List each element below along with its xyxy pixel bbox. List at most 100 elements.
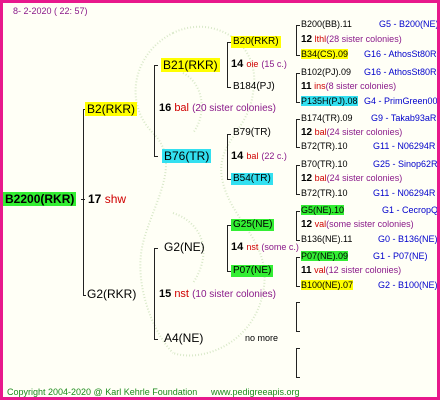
sire-info: 16 bal (20 sister colonies) <box>159 103 276 114</box>
ancestor-row: G5(NE).10 <box>301 205 345 215</box>
ancestor-count: 12 <box>301 127 313 138</box>
queen-b184[interactable]: B184(PJ) <box>233 82 275 92</box>
ancestor-sister: (8 sister colonies) <box>325 81 397 91</box>
connector <box>296 348 300 349</box>
queen-b76-sister: (22 c.) <box>261 151 287 161</box>
connector <box>296 102 300 103</box>
queen-b21[interactable]: B21(RKR) <box>161 58 220 72</box>
connector <box>296 119 297 147</box>
connector <box>227 225 228 271</box>
dam-count: 15 <box>159 288 172 300</box>
sire-queen[interactable]: B2(RKR) <box>85 102 138 116</box>
connector <box>296 211 297 240</box>
queen-b20[interactable]: B20(RKR) <box>231 36 281 48</box>
queen-g2-ne-count: 14 <box>231 241 244 253</box>
ancestor-name[interactable]: B174(TR).09 <box>301 113 353 123</box>
connector <box>296 302 297 331</box>
ancestor-name[interactable]: B72(TR).10 <box>301 141 348 151</box>
queen-b21-place: oie <box>246 59 259 69</box>
ancestor-row: B102(PJ).09 <box>301 68 351 77</box>
queen-b76[interactable]: B76(TR) <box>162 149 212 163</box>
connector <box>227 42 228 87</box>
connector <box>296 73 300 74</box>
connector <box>296 302 300 303</box>
connector <box>154 248 155 339</box>
dam-queen[interactable]: G2(RKR) <box>87 288 136 300</box>
ancestor-name[interactable]: G5(NE).10 <box>301 205 345 215</box>
queen-g2-ne-info: 14 nst (some c.) <box>231 242 299 253</box>
connector <box>296 119 300 120</box>
connector <box>83 109 84 295</box>
ancestor-sister: (some sister colonies) <box>326 219 414 229</box>
ancestor-row: B136(NE).11 <box>301 235 352 244</box>
ancestor-row: B72(TR).10 <box>301 142 348 151</box>
ancestor-name[interactable]: B136(NE).11 <box>301 234 352 244</box>
connector <box>296 55 300 56</box>
dam-place: nst <box>174 288 189 300</box>
queen-g25[interactable]: G25(NE) <box>231 219 275 231</box>
ancestor-row: B200(BB).11 <box>301 20 352 29</box>
ancestor-row: B34(CS).09 <box>301 49 349 59</box>
ancestor-count-row: 12 val(some sister colonies) <box>301 220 414 230</box>
ancestor-id: G25 - Sinop62R <box>373 159 438 169</box>
connector <box>154 248 158 249</box>
queen-b79[interactable]: B79(TR) <box>233 128 271 138</box>
connector <box>296 165 297 194</box>
dam-sister: (10 sister colonies) <box>192 289 276 300</box>
ancestor-id: G1 - P07(NE) <box>373 251 428 261</box>
connector <box>154 65 155 156</box>
queen-g2-ne[interactable]: G2(NE) <box>164 241 205 253</box>
ancestor-name[interactable]: B200(BB).11 <box>301 19 352 29</box>
connector <box>296 25 300 26</box>
no-more-label: no more <box>245 333 279 343</box>
ancestor-id: G11 - N06294R <box>373 188 436 198</box>
queen-a4[interactable]: A4(NE) <box>164 332 203 344</box>
ancestor-sister: (12 sister colonies) <box>325 265 402 275</box>
ancestor-count-row: 11 val(12 sister colonies) <box>301 266 401 276</box>
queen-b76-info: 14 bal (22 c.) <box>231 151 287 162</box>
ancestor-name[interactable]: P07(NE).09 <box>301 251 349 261</box>
copyright-text: Copyright 2004-2020 @ Karl Kehrle Founda… <box>7 387 198 397</box>
queen-b76-count: 14 <box>231 150 244 162</box>
queen-b21-info: 14 oie (15 c.) <box>231 59 287 70</box>
ancestor-name[interactable]: B102(PJ).09 <box>301 67 351 77</box>
ancestor-row: B100(NE).07 <box>301 280 354 290</box>
ancestor-sister: (24 sister colonies) <box>326 127 403 137</box>
ancestor-count: 12 <box>301 173 313 184</box>
queen-p07[interactable]: P07(NE) <box>231 265 274 277</box>
ancestor-row: B72(TR).10 <box>301 189 348 198</box>
connector <box>296 211 300 212</box>
connector <box>296 348 297 377</box>
sire-count: 16 <box>159 102 172 114</box>
queen-b21-count: 14 <box>231 58 244 70</box>
ancestor-count: 12 <box>301 34 313 45</box>
root-queen[interactable]: B2200(RKR) <box>3 192 77 206</box>
connector <box>296 257 300 258</box>
queen-b54[interactable]: B54(TR) <box>231 173 273 185</box>
ancestor-count-row: 12 bal(24 sister colonies) <box>301 174 402 184</box>
ancestor-name[interactable]: B34(CS).09 <box>301 49 349 59</box>
connector <box>227 134 231 135</box>
ancestor-id: G5 - B200(NE) <box>379 19 439 29</box>
ancestor-place: val <box>314 265 326 275</box>
ancestor-name[interactable]: B72(TR).10 <box>301 188 348 198</box>
pedigree-frame: 8- 2-2020 ( 22: 57) B2200(RKR) 17 shw B2… <box>0 0 440 400</box>
ancestor-name[interactable]: B70(TR).10 <box>301 159 348 169</box>
connector <box>154 339 158 340</box>
connector <box>296 25 297 55</box>
connector <box>296 286 300 287</box>
ancestor-count-row: 12 bal(24 sister colonies) <box>301 128 402 138</box>
root-place: shw <box>104 192 127 206</box>
ancestor-id: G16 - AthosSt80R <box>364 67 437 77</box>
connector <box>296 73 297 102</box>
website-link[interactable]: www.pedigreeapis.org <box>211 388 300 397</box>
connector <box>296 331 300 332</box>
ancestor-count: 12 <box>301 219 313 230</box>
ancestor-count: 11 <box>301 81 312 92</box>
ancestor-name[interactable]: B100(NE).07 <box>301 280 354 290</box>
ancestor-row: B70(TR).10 <box>301 160 348 169</box>
ancestor-name[interactable]: P135H(PJ).08 <box>301 96 358 106</box>
ancestor-count-row: 11 ins(8 sister colonies) <box>301 82 396 92</box>
ancestor-sister: (28 sister colonies) <box>326 34 402 44</box>
ancestor-place: bal <box>314 173 327 183</box>
